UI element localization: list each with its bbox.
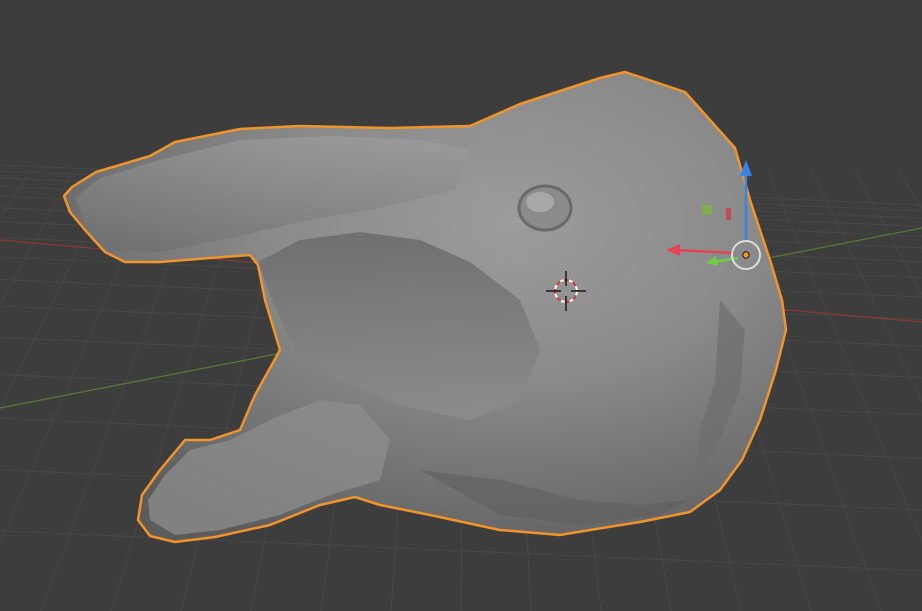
grid-line (0, 169, 75, 306)
gizmo-plane-handle-yz[interactable] (726, 208, 731, 220)
mesh-bump-highlight (526, 192, 554, 212)
viewport-canvas[interactable] (0, 0, 922, 611)
gizmo-pivot-point[interactable] (742, 251, 750, 259)
3d-viewport[interactable] (0, 0, 922, 611)
gizmo-plane-handle-xz[interactable] (702, 205, 712, 215)
grid-line (811, 169, 922, 404)
selected-mesh-object[interactable] (62, 70, 788, 544)
grid-line (0, 169, 31, 221)
